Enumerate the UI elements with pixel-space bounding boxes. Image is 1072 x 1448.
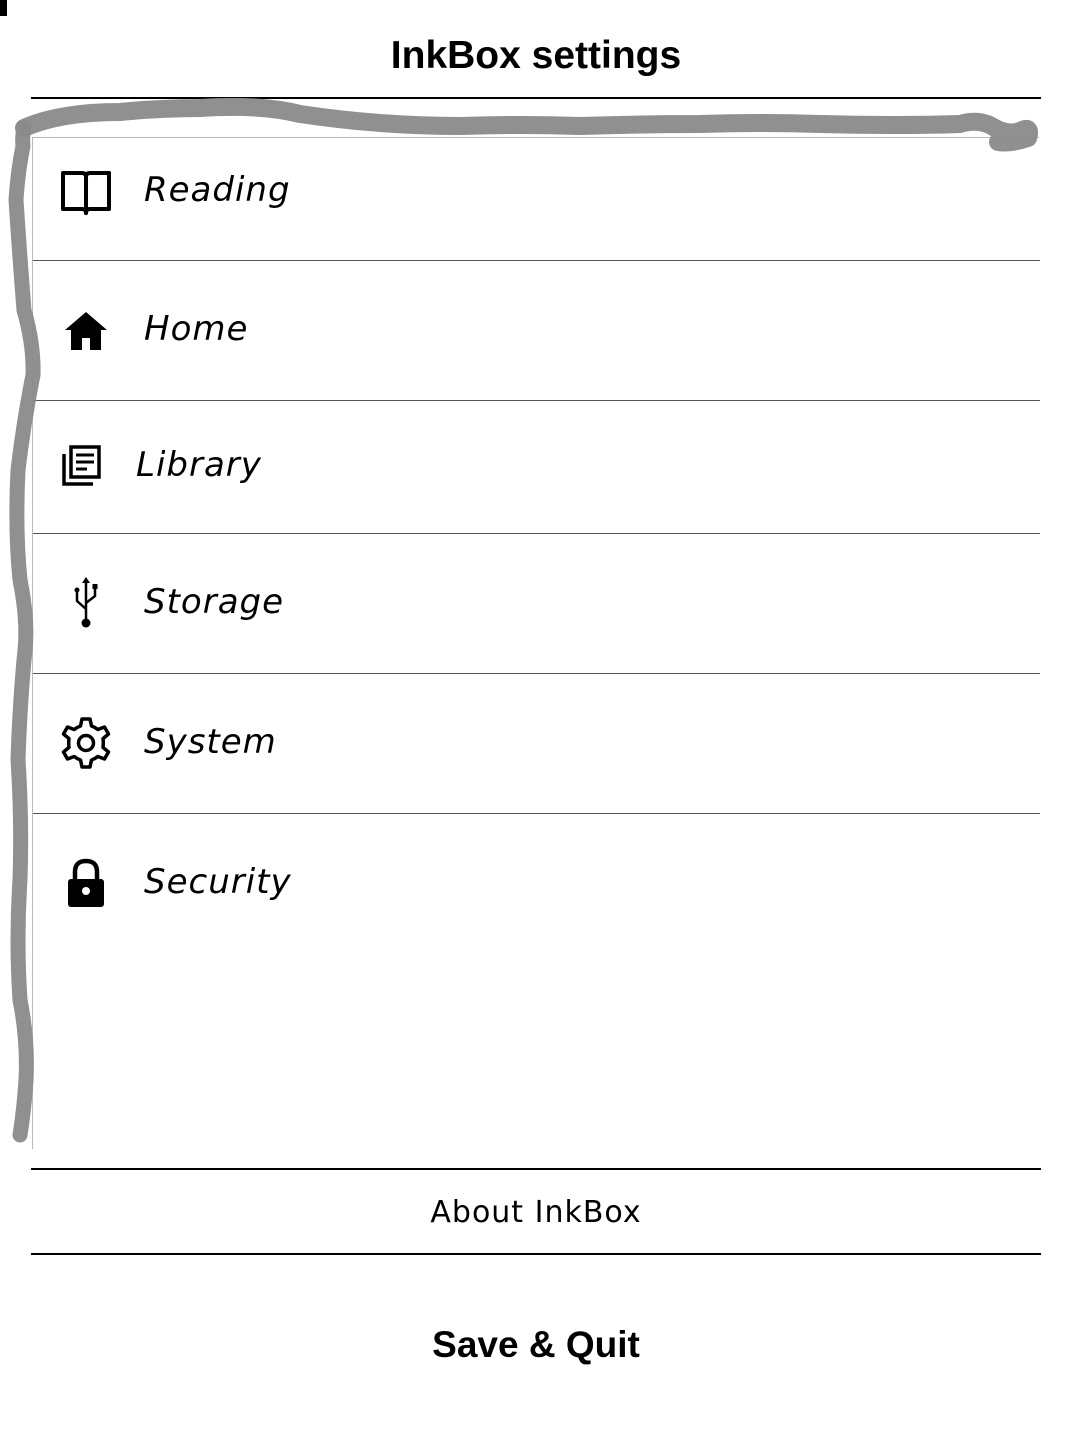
menu-item-security[interactable]: Security bbox=[33, 814, 1040, 1150]
home-icon bbox=[59, 304, 113, 358]
book-open-icon bbox=[59, 166, 113, 220]
save-quit-button[interactable]: Save & Quit bbox=[31, 1310, 1041, 1380]
about-button[interactable]: About InkBox bbox=[31, 1170, 1041, 1253]
gear-icon bbox=[59, 716, 113, 770]
menu-item-system[interactable]: System bbox=[33, 674, 1040, 814]
footer-divider-bottom bbox=[31, 1253, 1041, 1255]
menu-item-label: Storage bbox=[144, 582, 285, 622]
menu-item-label: Reading bbox=[144, 170, 291, 210]
menu-item-label: Security bbox=[144, 862, 292, 902]
menu-item-library[interactable]: Library bbox=[33, 401, 1040, 534]
menu-item-label: System bbox=[144, 722, 277, 762]
menu-item-home[interactable]: Home bbox=[33, 261, 1040, 401]
menu-item-reading[interactable]: Reading bbox=[33, 138, 1040, 261]
menu-item-label: Library bbox=[136, 445, 262, 485]
menu-item-storage[interactable]: Storage bbox=[33, 534, 1040, 674]
library-icon bbox=[55, 439, 109, 493]
lock-icon bbox=[59, 856, 113, 910]
usb-icon bbox=[59, 576, 113, 630]
corner-marker bbox=[0, 0, 7, 16]
settings-menu-list[interactable]: Reading Home Library Storage System Secu… bbox=[32, 137, 1040, 1150]
menu-item-label: Home bbox=[144, 309, 249, 349]
page-title: InkBox settings bbox=[390, 34, 682, 77]
header-divider bbox=[31, 97, 1041, 99]
